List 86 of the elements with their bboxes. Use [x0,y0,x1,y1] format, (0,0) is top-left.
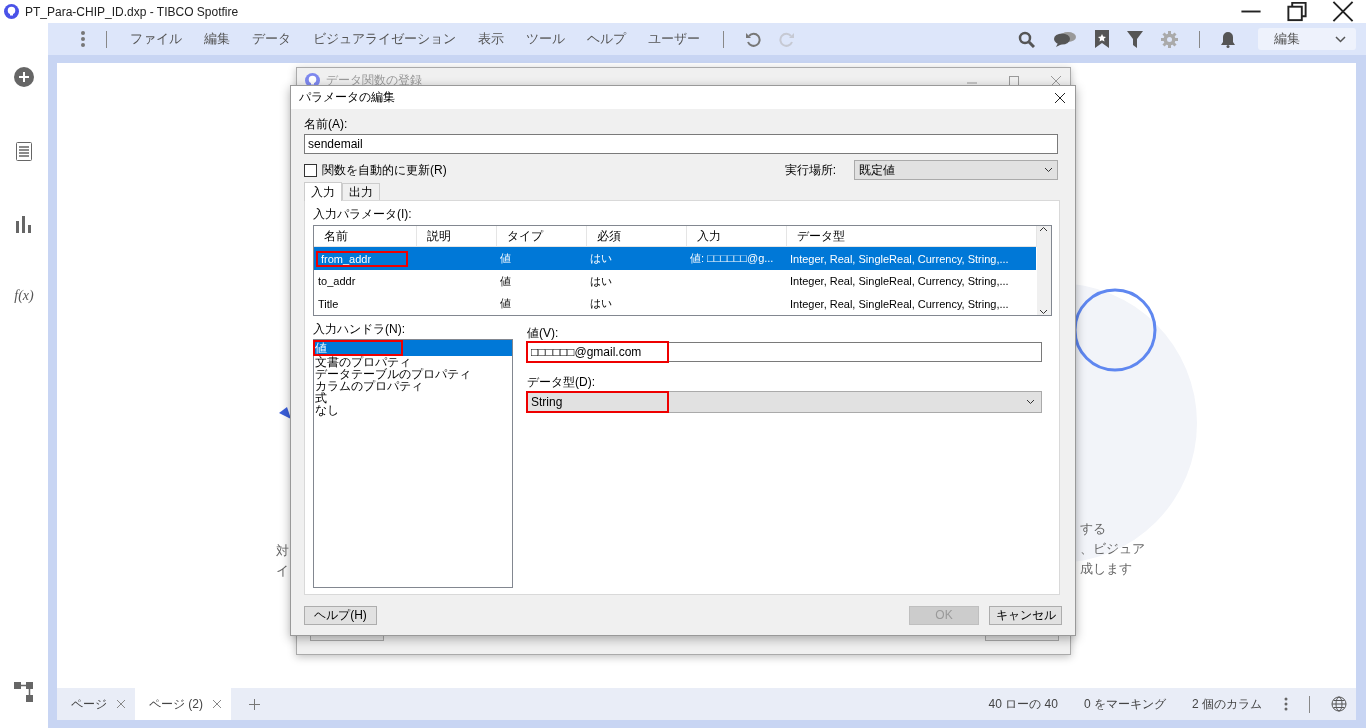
background-text: する [1080,520,1107,538]
menu-item[interactable]: ヘルプ [576,30,637,48]
list-item[interactable]: カラムのプロパティ [314,380,512,392]
column-header[interactable]: 入力 [686,226,786,247]
tab[interactable]: 入力 [304,182,342,201]
bell-icon[interactable] [1221,30,1235,48]
location-dropdown[interactable]: 既定値 [854,160,1058,180]
table-cell: Integer, Real, SingleReal, Currency, String,... [786,246,1036,270]
column-header[interactable]: タイプ [496,226,586,247]
chevron-up-icon [1039,226,1049,232]
bookmark-icon[interactable] [1095,30,1109,48]
close-icon[interactable] [1054,91,1066,104]
menu-item[interactable]: ユーザー [637,30,711,48]
table-cell-text: Title [317,296,340,312]
help-button[interactable]: ヘルプ(H) [304,605,377,625]
table-cell-text: はい [589,296,613,312]
tab[interactable]: 出力 [342,183,380,200]
list-item[interactable]: データテーブルのプロパティ [314,368,512,380]
menu-item[interactable]: ツール [515,30,576,48]
dialog-title: データ関数の登録 [326,72,422,89]
mode-dropdown[interactable]: 編集 [1258,28,1356,50]
background-text: 対 [276,542,289,560]
list-icon[interactable] [16,142,32,161]
checkbox[interactable] [304,163,317,177]
background-text: イ [276,562,289,580]
table-cell: to_addr [314,269,416,293]
column-header[interactable]: 名前 [314,226,416,247]
value-field[interactable]: □□□□□□@gmail.com [527,342,1042,362]
filter-icon[interactable] [1127,30,1143,48]
speech-bubbles-icon[interactable] [1053,31,1077,47]
column-header[interactable]: データ型 [786,226,1036,247]
background-text: 、ビジュア [1080,540,1145,558]
flow-icon[interactable] [14,682,34,702]
bar-chart-icon[interactable] [15,216,33,233]
function-button[interactable]: f(x) [14,288,34,304]
scrollbar[interactable] [1036,226,1051,315]
chevron-down-icon [1044,167,1053,173]
menu-item[interactable]: ファイル [119,30,193,48]
list-item[interactable]: 式 [314,392,512,404]
data-type-dropdown[interactable]: String [527,391,1042,413]
column-header[interactable]: 説明 [416,226,496,247]
undo-icon[interactable] [745,31,761,47]
chevron-down-icon [1039,309,1049,315]
more-icon[interactable] [81,31,85,47]
name-field[interactable]: sendemail [304,134,1058,154]
field-label: 値(V): [527,325,560,342]
globe-icon[interactable] [1331,696,1347,712]
table-cell: はい [586,246,686,270]
dialog-title: パラメータの編集 [299,89,395,106]
field-label: 名前(A): [304,116,349,133]
table-cell-text: Integer, Real, SingleReal, Currency, String,... [789,296,1010,312]
status-text: 0 をマーキング [1083,695,1166,713]
menu-item[interactable]: 表示 [467,30,515,48]
status-text: 40 ローの 40 [988,695,1058,713]
column-header[interactable]: 必須 [586,226,686,247]
list-item[interactable]: なし [314,404,512,416]
table-cell: from_addr [314,246,416,270]
list-item[interactable]: 文書のプロパティ [314,356,512,368]
field-label: 入力パラメータ(I): [313,207,412,221]
chevron-down-icon [1026,399,1035,405]
checkbox-label: 関数を自動的に更新(R) [322,161,447,179]
menu-item[interactable]: 編集 [193,30,241,48]
menu-item[interactable]: ビジュアライゼーション [302,30,467,48]
field-label: 入力ハンドラ(N): [313,322,405,336]
background-text: 成します [1080,560,1133,578]
more-icon[interactable] [1284,697,1288,711]
field-label: データ型(D): [527,374,596,391]
list-item[interactable]: 値 [314,340,512,356]
field-label: 実行場所: [784,161,836,179]
table-cell: はい [586,269,686,293]
window-title: PT_Para-CHIP_ID.dxp - TIBCO Spotfire [25,4,240,19]
page-tab[interactable]: ページ (2) [135,688,231,720]
table-cell: Integer, Real, SingleReal, Currency, String,... [786,269,1036,293]
cancel-button[interactable]: キャンセル [989,605,1062,625]
search-icon[interactable] [1018,30,1035,48]
menu-item[interactable]: データ [241,30,302,48]
add-icon[interactable] [14,67,34,87]
table-cell: 値 [496,246,586,270]
page-tab[interactable]: ページ [57,688,135,720]
table-cell: 値 [496,269,586,293]
status-text: 2 個のカラム [1192,695,1262,713]
chevron-down-icon [1335,35,1346,43]
table-cell: 値: □□□□□□@g... [686,246,786,270]
app-logo-icon [4,4,19,19]
add-page-icon[interactable] [249,698,260,710]
table-cell-text: 値 [499,296,512,312]
